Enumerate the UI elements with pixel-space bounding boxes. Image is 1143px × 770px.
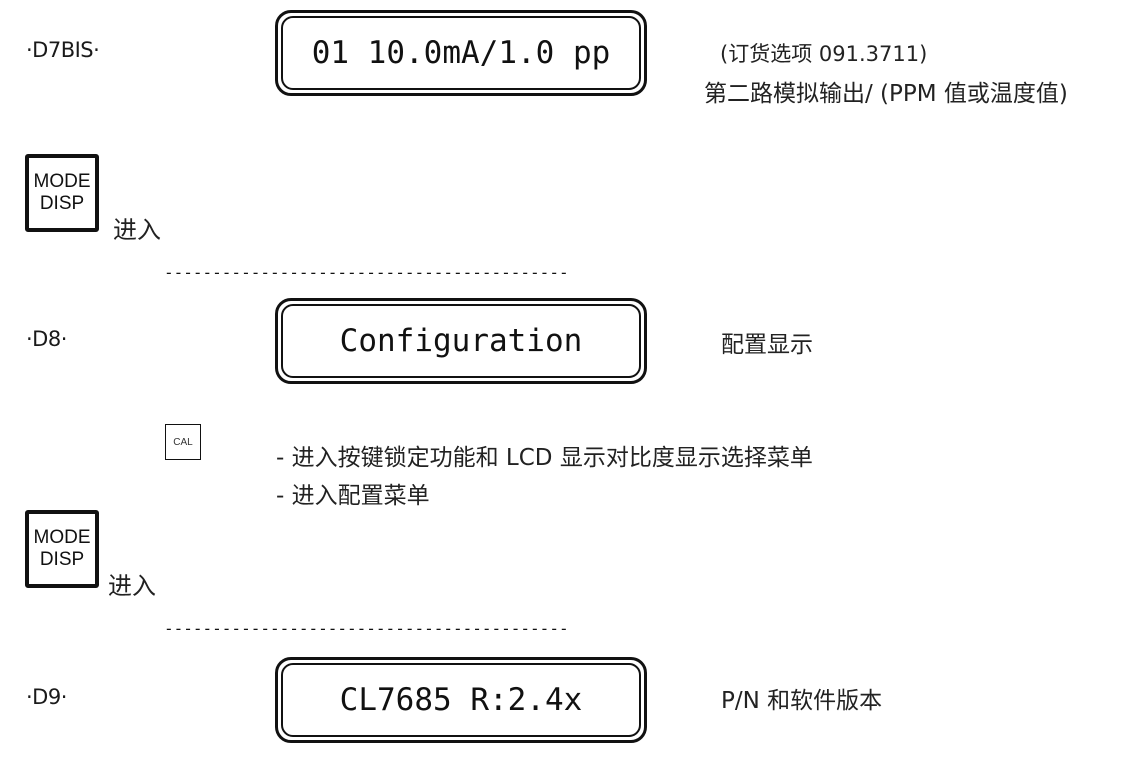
lcd-text-d7bis: 01 10.0mA/1.0 pp: [311, 35, 611, 71]
note-pn-software-version: P/N 和软件版本: [721, 688, 883, 714]
mode-key-line2: DISP: [39, 549, 85, 570]
separator: ----------------------------------------…: [164, 263, 569, 282]
step-label-d8: ·D8·: [26, 327, 67, 351]
step-label-d7bis: ·D7BIS·: [26, 38, 100, 62]
cal-key-label: CAL: [173, 436, 193, 448]
mode-disp-key-icon: MODE DISP: [25, 154, 99, 232]
lcd-display-d7bis: 01 10.0mA/1.0 pp: [275, 10, 647, 96]
note-config-display: 配置显示: [721, 332, 813, 358]
separator: ----------------------------------------…: [164, 619, 569, 638]
lcd-text-d9: CL7685 R:2.4x: [339, 682, 583, 718]
note-order-option: (订货选项 091.3711): [720, 42, 928, 66]
lcd-display-d8: Configuration: [275, 298, 647, 384]
mode-key-line1: MODE: [33, 171, 91, 192]
step-label-d9: ·D9·: [26, 685, 67, 709]
cal-action-1: - 进入按键锁定功能和 LCD 显示对比度显示选择菜单: [276, 445, 813, 471]
cal-key-icon: CAL: [165, 424, 201, 460]
mode-key-line1: MODE: [33, 527, 91, 548]
cal-action-2: - 进入配置菜单: [276, 483, 430, 509]
note-second-analog-output: 第二路模拟输出/ (PPM 值或温度值): [704, 81, 1068, 107]
lcd-display-d9: CL7685 R:2.4x: [275, 657, 647, 743]
lcd-text-d8: Configuration: [339, 323, 583, 359]
enter-label: 进入: [108, 572, 156, 600]
enter-label: 进入: [113, 216, 161, 244]
mode-key-line2: DISP: [39, 193, 85, 214]
mode-disp-key-icon: MODE DISP: [25, 510, 99, 588]
